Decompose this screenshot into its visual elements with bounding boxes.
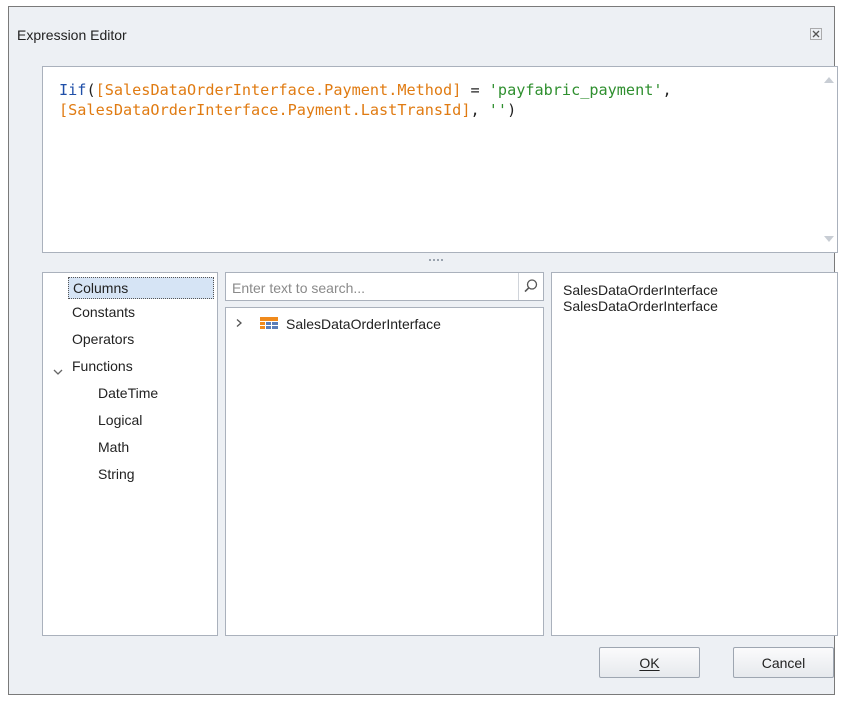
editor-vertical-scrollbar[interactable] bbox=[820, 67, 837, 252]
title-bar: Expression Editor bbox=[9, 7, 834, 57]
expression-operator: = bbox=[461, 81, 489, 99]
category-list: Columns Constants Operators Functions Da… bbox=[42, 272, 218, 636]
search-button[interactable] bbox=[518, 273, 543, 300]
search-input[interactable] bbox=[230, 277, 514, 298]
tree-view: SalesDataOrderInterface bbox=[225, 307, 544, 636]
description-line-1: SalesDataOrderInterface bbox=[563, 282, 718, 298]
expression-text-area[interactable]: Iif([SalesDataOrderInterface.Payment.Met… bbox=[42, 66, 838, 253]
tree-node-salesdataorderinterface[interactable]: SalesDataOrderInterface bbox=[234, 313, 441, 335]
dialog-title: Expression Editor bbox=[17, 27, 127, 43]
expression-editor-dialog: Expression Editor Iif([SalesDataOrderInt… bbox=[8, 6, 838, 695]
item-tree-panel: SalesDataOrderInterface bbox=[225, 272, 544, 636]
tree-node-label: SalesDataOrderInterface bbox=[286, 316, 441, 332]
category-functions[interactable]: Functions bbox=[72, 358, 133, 374]
search-icon bbox=[524, 279, 538, 293]
expression-string-literal: 'payfabric_payment' bbox=[488, 81, 663, 99]
scroll-down-icon[interactable] bbox=[824, 236, 834, 242]
table-icon bbox=[260, 317, 278, 331]
panel-splitter[interactable] bbox=[429, 259, 449, 263]
expression-field-lasttransid: [SalesDataOrderInterface.Payment.LastTra… bbox=[59, 101, 471, 119]
expression-comma-2: , bbox=[470, 101, 489, 119]
close-icon bbox=[810, 28, 822, 40]
expression-code[interactable]: Iif([SalesDataOrderInterface.Payment.Met… bbox=[59, 80, 672, 120]
category-math[interactable]: Math bbox=[98, 439, 129, 455]
expression-paren-open: ( bbox=[86, 81, 96, 99]
close-button[interactable] bbox=[808, 26, 824, 42]
ok-button[interactable]: OK bbox=[599, 647, 700, 678]
search-box bbox=[225, 272, 544, 301]
chevron-down-icon[interactable] bbox=[53, 367, 63, 379]
scroll-up-icon[interactable] bbox=[824, 77, 834, 83]
category-string[interactable]: String bbox=[98, 466, 135, 482]
description-panel: SalesDataOrderInterface SalesDataOrderIn… bbox=[551, 272, 838, 636]
category-constants[interactable]: Constants bbox=[72, 304, 135, 320]
ok-button-label: OK bbox=[639, 655, 660, 671]
description-line-2: SalesDataOrderInterface bbox=[563, 298, 718, 314]
category-datetime[interactable]: DateTime bbox=[98, 385, 158, 401]
expression-func: Iif bbox=[59, 81, 87, 99]
category-logical[interactable]: Logical bbox=[98, 412, 142, 428]
expression-field-method: [SalesDataOrderInterface.Payment.Method] bbox=[95, 81, 462, 99]
expression-empty-string: '' bbox=[488, 101, 508, 119]
expression-comma: , bbox=[662, 81, 672, 99]
cancel-button-label: Cancel bbox=[761, 655, 806, 671]
category-operators[interactable]: Operators bbox=[72, 331, 134, 347]
category-columns[interactable]: Columns bbox=[68, 277, 214, 299]
expand-arrow-icon[interactable] bbox=[234, 317, 250, 331]
cancel-button[interactable]: Cancel bbox=[733, 647, 834, 678]
expression-paren-close: ) bbox=[507, 101, 517, 119]
